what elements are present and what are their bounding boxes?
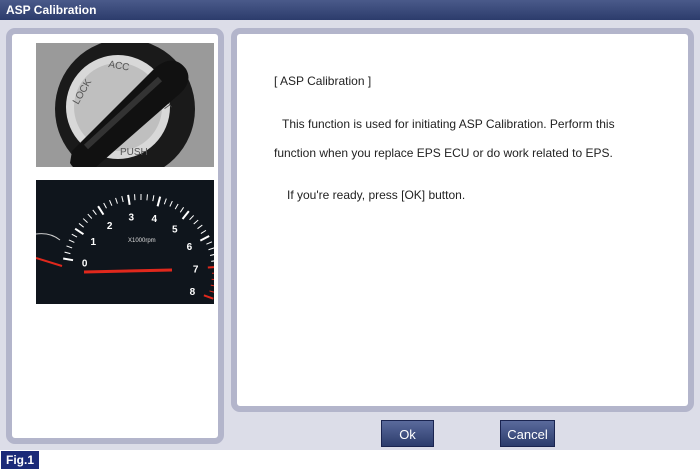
gauge-tick [211, 278, 214, 280]
asp-calibration-dialog: ASP Calibration LOCK ACC START PUSH 012 3… [0, 0, 700, 450]
message-line-1: This function is used for initiating ASP… [282, 117, 615, 131]
ok-button[interactable]: Ok [381, 420, 434, 447]
gauge-number: 3 [128, 213, 134, 224]
gauge-number: 0 [82, 258, 88, 269]
message-panel: [ ASP Calibration ] This function is use… [231, 28, 694, 412]
gauge-number: 6 [187, 242, 193, 253]
gauge-number: 2 [107, 221, 113, 232]
window-title: ASP Calibration [0, 0, 700, 20]
message-heading: [ ASP Calibration ] [274, 74, 372, 88]
gauge-unit-label: X1000rpm [128, 238, 156, 244]
tachometer-image: 012 3 4 567 8 X1000rpm [36, 180, 214, 304]
gauge-number: 8 [190, 287, 196, 298]
ignition-key-image: LOCK ACC START PUSH [36, 43, 214, 167]
gauge-tick [207, 266, 214, 269]
gauge-number: 5 [172, 224, 178, 235]
gauge-tick [146, 194, 148, 201]
image-panel: LOCK ACC START PUSH 012 3 4 567 8 X1000rpm [6, 28, 224, 444]
svg-text:PUSH: PUSH [120, 147, 148, 158]
gauge-number: 1 [90, 237, 96, 248]
gauge-number: 4 [151, 214, 157, 225]
figure-label: Fig.1 [1, 451, 39, 469]
message-line-3: If you're ready, press [OK] button. [287, 188, 466, 202]
message-line-2: function when you replace EPS ECU or do … [274, 146, 613, 160]
cancel-button[interactable]: Cancel [500, 420, 555, 447]
gauge-number: 7 [193, 264, 199, 275]
